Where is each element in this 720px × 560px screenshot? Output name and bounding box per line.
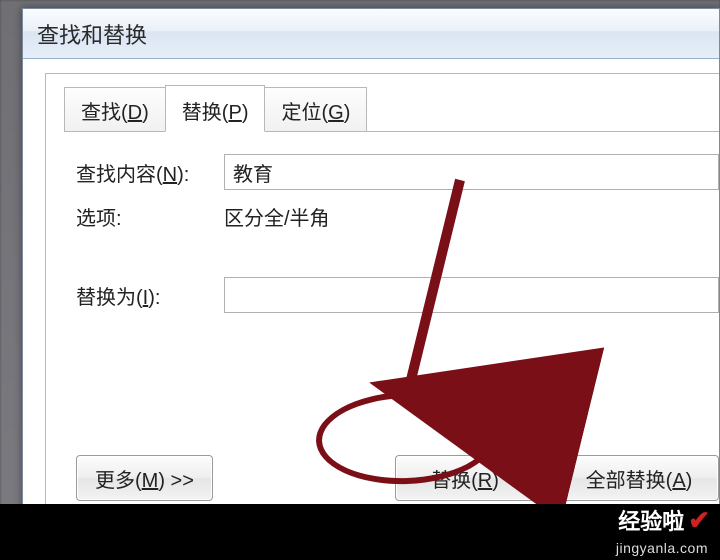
find-replace-dialog: 查找和替换 查找(D) 替换(P) 定位(G) 查找内容(N): 选项: [22, 8, 720, 524]
tabstrip: 查找(D) 替换(P) 定位(G) [64, 88, 366, 132]
watermark-url: jingyanla.com [616, 540, 708, 556]
titlebar[interactable]: 查找和替换 [23, 9, 719, 59]
form: 查找内容(N): 选项: 区分全/半角 替换为(I): [76, 154, 719, 325]
replace-button[interactable]: 替换(R) [395, 455, 535, 501]
replace-input[interactable] [224, 277, 719, 313]
options-label: 选项: [76, 202, 224, 231]
row-find: 查找内容(N): [76, 154, 719, 190]
dialog-title: 查找和替换 [37, 18, 147, 50]
more-button[interactable]: 更多(M) >> [76, 455, 213, 501]
tab-replace[interactable]: 替换(P) [165, 85, 266, 132]
check-icon: ✔ [688, 505, 710, 536]
find-label: 查找内容(N): [76, 158, 224, 187]
tab-goto[interactable]: 定位(G) [264, 87, 367, 132]
row-replace: 替换为(I): [76, 277, 719, 313]
find-input[interactable] [224, 154, 719, 190]
watermark-brand: 经验啦 ✔ [618, 504, 710, 536]
replace-label: 替换为(I): [76, 281, 224, 310]
tabpanel-divider [64, 131, 719, 132]
tab-find[interactable]: 查找(D) [64, 87, 166, 132]
options-value: 区分全/半角 [224, 202, 330, 231]
bottom-strip [0, 504, 720, 560]
dialog-client: 查找(D) 替换(P) 定位(G) 查找内容(N): 选项: 区分全/半角 [45, 73, 719, 523]
replace-all-button[interactable]: 全部替换(A) [559, 455, 719, 501]
button-row: 更多(M) >> 替换(R) 全部替换(A) [76, 455, 719, 501]
row-options: 选项: 区分全/半角 [76, 202, 719, 231]
